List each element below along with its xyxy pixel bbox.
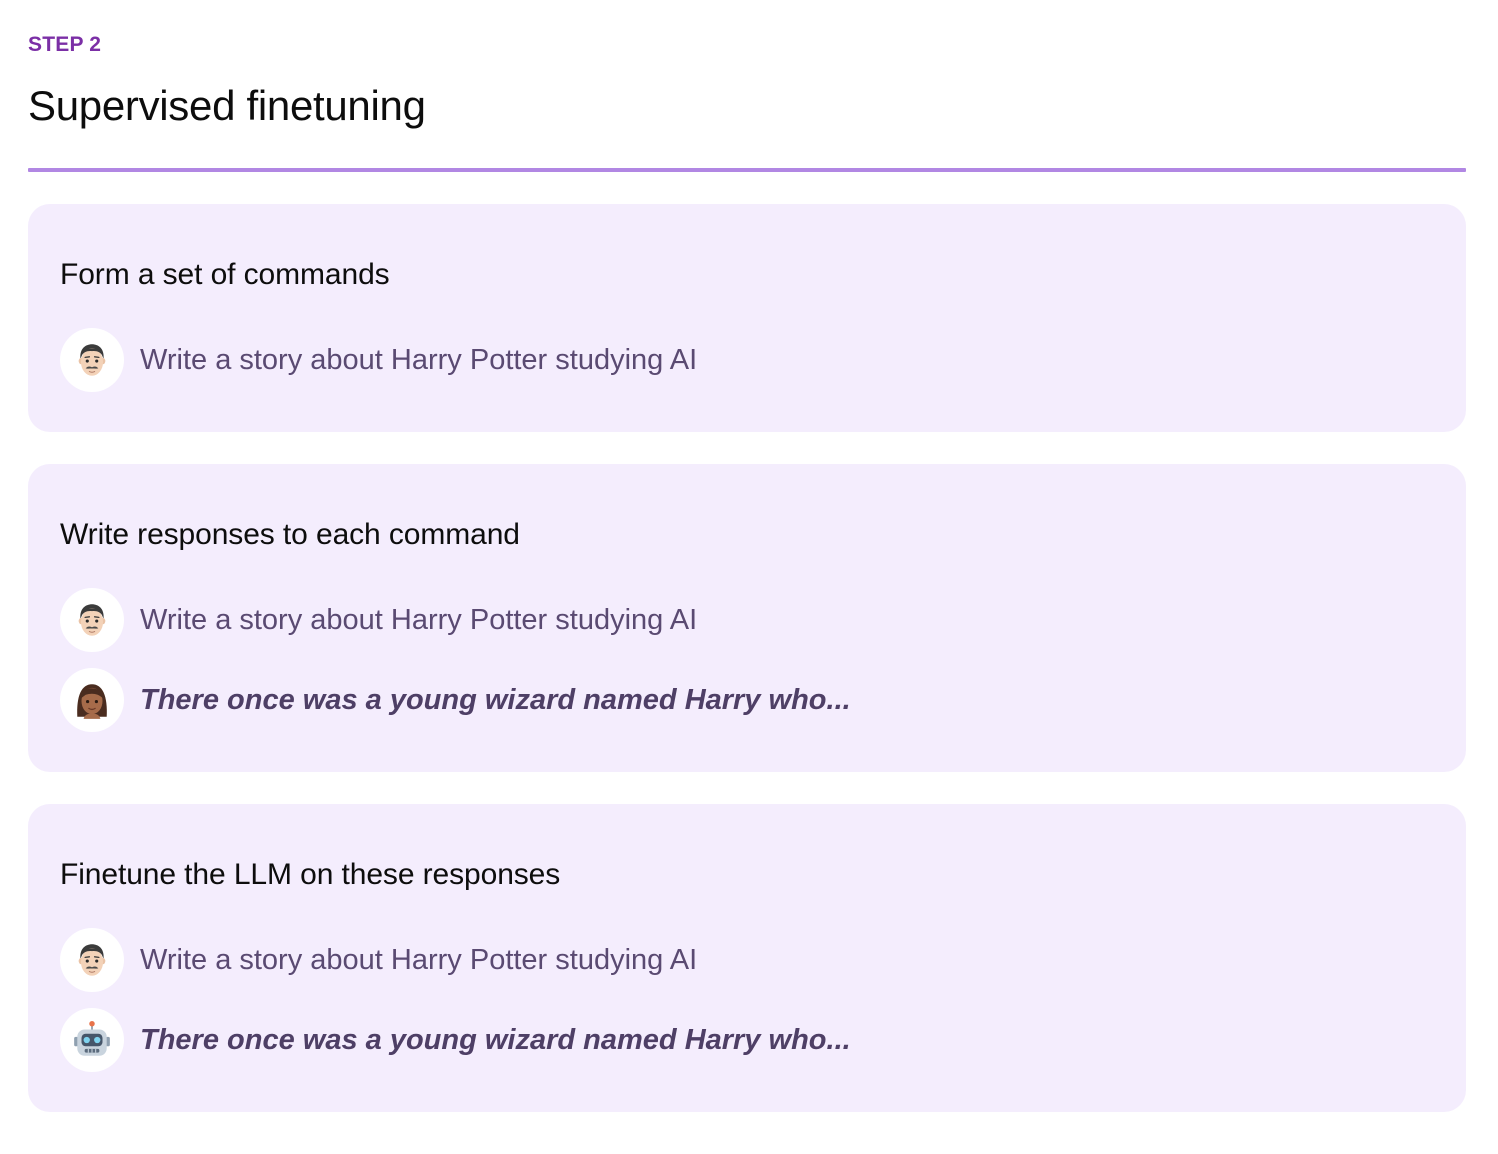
man-icon: [60, 328, 124, 392]
command-text: Write a story about Harry Potter studyin…: [140, 943, 698, 976]
message-row: Write a story about Harry Potter studyin…: [60, 928, 697, 992]
step-label: STEP 2: [28, 33, 102, 56]
message-row: There once was a young wizard named Harr…: [60, 668, 851, 732]
man-icon: [60, 928, 124, 992]
card-finetune-llm: Finetune the LLM on these responses Writ…: [28, 804, 1466, 1112]
response-text: There once was a young wizard named Harr…: [140, 1023, 851, 1056]
card-title: Finetune the LLM on these responses: [60, 858, 561, 891]
message-row: Write a story about Harry Potter studyin…: [60, 328, 697, 392]
card-form-commands: Form a set of commands Write a story abo…: [28, 204, 1466, 432]
man-icon: [60, 588, 124, 652]
woman-icon: [60, 668, 124, 732]
message-row: There once was a young wizard named Harr…: [60, 1008, 851, 1072]
title-divider: [28, 168, 1466, 172]
page: STEP 2 Supervised finetuning Form a set …: [28, 0, 1466, 1154]
robot-icon: [60, 1008, 124, 1072]
command-text: Write a story about Harry Potter studyin…: [140, 603, 698, 636]
message-row: Write a story about Harry Potter studyin…: [60, 588, 697, 652]
command-text: Write a story about Harry Potter studyin…: [140, 343, 698, 376]
response-text: There once was a young wizard named Harr…: [140, 683, 851, 716]
card-write-responses: Write responses to each command Write a …: [28, 464, 1466, 772]
card-title: Form a set of commands: [60, 258, 390, 291]
page-title: Supervised finetuning: [28, 82, 426, 129]
card-title: Write responses to each command: [60, 518, 520, 551]
